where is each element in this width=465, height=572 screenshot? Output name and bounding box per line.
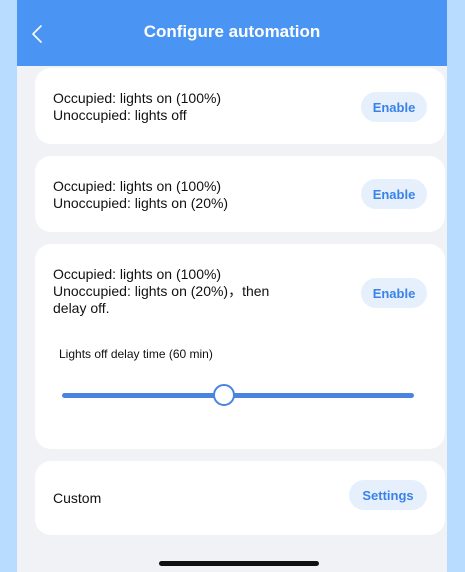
option-1-line-1: Occupied: lights on (100%) — [53, 90, 222, 106]
option-3-line-3: delay off. — [53, 300, 110, 316]
phone-screen: Configure automation Occupied: lights on… — [17, 0, 447, 572]
delay-time-label: Lights off delay time (60 min) — [59, 347, 213, 361]
custom-label: Custom — [53, 490, 102, 506]
enable-button-1[interactable]: Enable — [361, 92, 427, 122]
enable-button-3[interactable]: Enable — [361, 278, 427, 308]
option-2-description: Occupied: lights on (100%) Unoccupied: l… — [53, 178, 228, 212]
option-3-line-1: Occupied: lights on (100%) — [53, 266, 222, 282]
option-card-2: Occupied: lights on (100%) Unoccupied: l… — [35, 156, 445, 232]
page-title: Configure automation — [143, 22, 321, 41]
slider-thumb[interactable] — [212, 384, 235, 406]
option-2-line-2: Unoccupied: lights on (20%) — [53, 195, 229, 211]
slider-track[interactable] — [62, 393, 414, 398]
delay-time-slider[interactable] — [62, 384, 414, 406]
option-card-custom: Custom Settings — [35, 461, 445, 535]
option-card-3: Occupied: lights on (100%) Unoccupied: l… — [35, 244, 445, 449]
option-3-description: Occupied: lights on (100%) Unoccupied: l… — [53, 266, 269, 317]
option-card-1: Occupied: lights on (100%) Unoccupied: l… — [35, 68, 445, 144]
option-3-line-2: Unoccupied: lights on (20%)，then — [53, 283, 270, 299]
settings-button[interactable]: Settings — [349, 480, 427, 510]
enable-button-2[interactable]: Enable — [361, 179, 427, 209]
option-2-line-1: Occupied: lights on (100%) — [53, 178, 222, 194]
app-header: Configure automation — [17, 0, 447, 66]
option-1-description: Occupied: lights on (100%) Unoccupied: l… — [53, 90, 221, 124]
option-1-line-2: Unoccupied: lights off — [53, 107, 187, 123]
home-indicator — [159, 561, 319, 566]
